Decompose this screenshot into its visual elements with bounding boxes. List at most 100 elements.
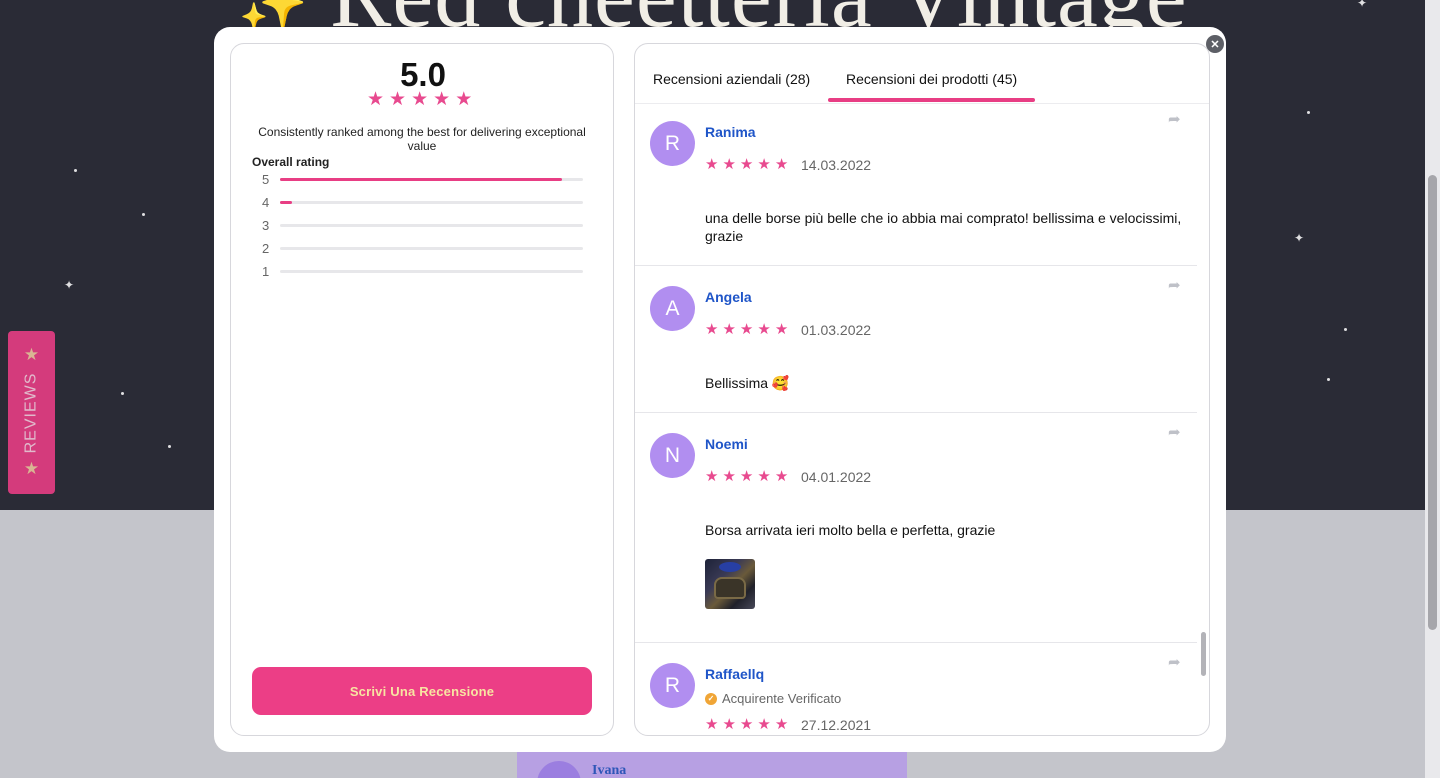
star-icon: ★	[774, 320, 789, 338]
review-stars: ★ ★ ★ ★ ★	[705, 717, 788, 732]
star-icon: ★	[774, 715, 789, 733]
twinkle-icon: ✦	[1357, 0, 1368, 10]
avatar	[537, 761, 581, 778]
star-icon: ★	[433, 88, 451, 110]
star-icon: ★	[23, 459, 40, 479]
review-photo-thumbnail[interactable]	[705, 559, 755, 609]
star-decoration	[1327, 378, 1330, 381]
rating-row-4[interactable]: 4	[262, 195, 583, 211]
write-review-button[interactable]: Scrivi Una Recensione	[252, 667, 592, 715]
share-icon[interactable]: ➦	[1168, 110, 1181, 128]
star-icon: ★	[739, 320, 754, 338]
star-icon: ★	[455, 88, 473, 110]
rating-row-3[interactable]: 3	[262, 218, 583, 234]
star-icon: ★	[757, 715, 771, 733]
review-item: ➦ R Raffaellq ✓ Acquirente Verificato ★ …	[635, 643, 1197, 735]
tab-product-reviews[interactable]: Recensioni dei prodotti (45)	[846, 71, 1017, 87]
share-icon[interactable]: ➦	[1168, 423, 1181, 441]
rating-row-label: 1	[262, 264, 270, 279]
rating-summary-panel: 5.0 ★ ★ ★ ★ ★ Consistently ranked among …	[230, 43, 614, 736]
rating-row-2[interactable]: 2	[262, 241, 583, 257]
reviewer-name[interactable]: Ranima	[705, 124, 756, 140]
star-decoration	[1344, 328, 1347, 331]
star-decoration	[168, 445, 171, 448]
share-icon[interactable]: ➦	[1168, 276, 1181, 294]
reviewer-name: Ivana	[592, 763, 627, 778]
review-item: ➦ R Ranima ★ ★ ★ ★ ★ 14.03.2022 una dell…	[635, 104, 1197, 266]
star-icon: ★	[722, 155, 736, 173]
review-text: Borsa arrivata ieri molto bella e perfet…	[705, 522, 996, 538]
star-decoration	[121, 392, 124, 395]
avatar: R	[650, 121, 695, 166]
share-icon[interactable]: ➦	[1168, 653, 1181, 671]
photo-detail	[719, 562, 741, 572]
rating-bar-track	[280, 224, 583, 227]
star-icon: ★	[722, 715, 736, 733]
average-stars: ★ ★ ★ ★ ★	[367, 90, 472, 109]
avatar: N	[650, 433, 695, 478]
star-icon: ★	[739, 715, 754, 733]
star-icon: ★	[722, 320, 736, 338]
star-icon: ★	[739, 467, 754, 485]
reviewer-name[interactable]: Noemi	[705, 436, 748, 452]
reviewer-name[interactable]: Angela	[705, 289, 752, 305]
star-icon: ★	[757, 320, 771, 338]
review-stars: ★ ★ ★ ★ ★	[705, 322, 788, 337]
review-text: una delle borse più belle che io abbia m…	[705, 210, 1182, 244]
verified-badge: ✓ Acquirente Verificato	[705, 691, 841, 706]
photo-detail	[714, 577, 746, 599]
tab-company-reviews[interactable]: Recensioni aziendali (28)	[653, 71, 810, 87]
reviewer-name[interactable]: Raffaellq	[705, 666, 764, 682]
star-decoration	[142, 213, 145, 216]
review-tabs: Recensioni aziendali (28) Recensioni dei…	[635, 44, 1209, 104]
rating-bar-fill	[280, 178, 562, 181]
star-icon: ★	[367, 88, 385, 110]
star-icon: ★	[757, 155, 771, 173]
reviews-side-tab[interactable]: ★ REVIEWS ★	[8, 331, 55, 494]
reviews-list-panel: Recensioni aziendali (28) Recensioni dei…	[634, 43, 1210, 736]
page-scrollbar-thumb[interactable]	[1428, 175, 1437, 630]
review-date: 04.01.2022	[801, 469, 872, 485]
reviews-scrollbar[interactable]	[1197, 120, 1209, 718]
reviews-scrollbar-thumb[interactable]	[1201, 632, 1206, 676]
star-icon: ★	[705, 155, 719, 173]
review-date: 27.12.2021	[801, 717, 872, 733]
rating-row-label: 3	[262, 218, 270, 233]
star-icon: ★	[705, 467, 719, 485]
review-stars: ★ ★ ★ ★ ★	[705, 469, 788, 484]
rating-row-label: 4	[262, 195, 270, 210]
verified-check-icon: ✓	[705, 692, 717, 705]
avatar: A	[650, 286, 695, 331]
review-item: ➦ A Angela ★ ★ ★ ★ ★ 01.03.2022 Bellissi…	[635, 266, 1197, 413]
review-text: Bellissima 🥰	[705, 375, 790, 391]
rating-bar-track	[280, 178, 583, 181]
avatar: R	[650, 663, 695, 708]
twinkle-icon: ✦	[1294, 231, 1305, 245]
rating-row-5[interactable]: 5	[262, 172, 583, 188]
review-date: 01.03.2022	[801, 322, 872, 338]
star-decoration	[74, 169, 77, 172]
star-icon: ★	[774, 467, 789, 485]
star-icon: ★	[705, 715, 719, 733]
verified-label: Acquirente Verificato	[722, 691, 842, 706]
overall-rating-label: Overall rating	[252, 155, 330, 169]
reviews-list[interactable]: ➦ R Ranima ★ ★ ★ ★ ★ 14.03.2022 una dell…	[635, 104, 1209, 735]
rating-row-1[interactable]: 1	[262, 264, 583, 280]
rating-bar-track	[280, 201, 583, 204]
page-scrollbar[interactable]	[1425, 0, 1440, 778]
rating-bar-track	[280, 247, 583, 250]
rating-bar-track	[280, 270, 583, 273]
summary-tagline: Consistently ranked among the best for d…	[258, 125, 586, 153]
star-icon: ★	[774, 155, 789, 173]
review-stars: ★ ★ ★ ★ ★	[705, 157, 788, 172]
star-icon: ★	[705, 320, 719, 338]
rating-row-label: 2	[262, 241, 270, 256]
rating-row-label: 5	[262, 172, 270, 187]
background-review-card: Ivana	[517, 748, 907, 778]
rating-bar-fill	[280, 201, 293, 204]
star-icon: ★	[739, 155, 754, 173]
star-icon: ★	[757, 467, 771, 485]
star-icon: ★	[722, 467, 736, 485]
star-icon: ★	[389, 88, 407, 110]
star-decoration	[1307, 111, 1310, 114]
